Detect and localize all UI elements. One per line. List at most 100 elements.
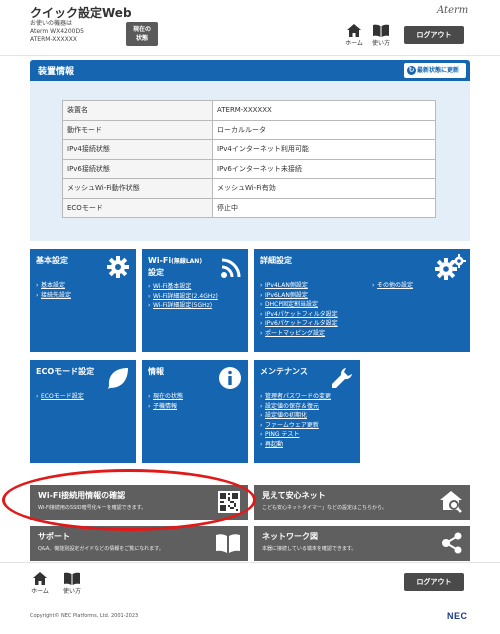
device-info-row: メッシュWi-Fi動作状態 メッシュWi-Fi有効 bbox=[62, 178, 436, 199]
wifi-settings-links: Wi-Fi基本設定 Wi-Fi詳細設定(2.4GHz) Wi-Fi詳細設定(5G… bbox=[148, 282, 218, 311]
support-title: サポート bbox=[38, 532, 70, 541]
link-admin-password[interactable]: 管理者パスワードの変更 bbox=[260, 392, 331, 402]
link-ipv4-lan[interactable]: IPv4LAN側設定 bbox=[260, 281, 338, 291]
link-client-info[interactable]: 子機情報 bbox=[148, 402, 183, 412]
basic-settings-tile[interactable]: 基本設定 基本設定 接続先設定 bbox=[30, 249, 136, 352]
copyright: Copyright© NEC Platforms, Ltd. 2001-2023 bbox=[30, 613, 139, 619]
link-basic-settings[interactable]: 基本設定 bbox=[36, 281, 71, 291]
network-map-title: ネットワーク図 bbox=[262, 532, 318, 541]
device-info-key: 装置名 bbox=[62, 100, 213, 121]
link-wifi-5ghz[interactable]: Wi-Fi詳細設定(5GHz) bbox=[148, 301, 218, 311]
footer-divider bbox=[0, 562, 500, 563]
link-current-status[interactable]: 現在の状態 bbox=[148, 392, 183, 402]
maintenance-title: メンテナンス bbox=[260, 367, 308, 376]
device-info-header: 装置情報 ↻ 最新状態に更新 bbox=[30, 60, 470, 81]
wifi-title-line2: 設定 bbox=[148, 268, 164, 277]
link-wifi-basic[interactable]: Wi-Fi基本設定 bbox=[148, 282, 218, 292]
link-other-settings[interactable]: その他の設定 bbox=[372, 281, 413, 291]
current-status-button[interactable]: 現在の 状態 bbox=[126, 22, 158, 46]
home-button[interactable]: ホーム bbox=[339, 24, 369, 52]
logout-button[interactable]: ログアウト bbox=[404, 26, 464, 44]
device-info-key: IPv6接続状態 bbox=[62, 158, 213, 179]
device-info-row: IPv6接続状態 IPv6インターネット未接続 bbox=[62, 158, 436, 179]
link-firmware-update[interactable]: ファームウェア更新 bbox=[260, 421, 331, 431]
device-model: Aterm WX4200D5 bbox=[30, 28, 84, 35]
link-ipv4-filter[interactable]: IPv4パケットフィルタ設定 bbox=[260, 310, 338, 320]
device-info-value: ローカルルータ bbox=[212, 119, 436, 140]
nec-logo: NEC bbox=[447, 611, 468, 621]
link-ping-test[interactable]: PING テスト bbox=[260, 430, 331, 440]
network-icon bbox=[442, 532, 462, 554]
eco-settings-tile[interactable]: ECOモード設定 ECOモード設定 bbox=[30, 360, 136, 463]
link-wifi-24ghz[interactable]: Wi-Fi詳細設定(2.4GHz) bbox=[148, 292, 218, 302]
footer-home-label: ホーム bbox=[31, 588, 49, 595]
advanced-settings-title: 詳細設定 bbox=[260, 256, 292, 265]
link-ipv6-filter[interactable]: IPv6パケットフィルタ設定 bbox=[260, 319, 338, 329]
header-divider bbox=[0, 55, 500, 56]
help-label: 使い方 bbox=[371, 40, 390, 47]
device-info-value: IPv6インターネット未接続 bbox=[212, 158, 436, 179]
help-button[interactable]: 使い方 bbox=[366, 24, 396, 52]
refresh-icon: ↻ bbox=[407, 66, 416, 75]
book-icon bbox=[216, 534, 240, 553]
link-ipv6-lan[interactable]: IPv6LAN側設定 bbox=[260, 291, 338, 301]
info-icon bbox=[219, 367, 241, 389]
link-connection-settings[interactable]: 接続先設定 bbox=[36, 291, 71, 301]
wifi-settings-title: Wi-Fi(無線LAN) 設定 bbox=[148, 255, 202, 278]
device-info-table: 装置名 ATERM-XXXXXX 動作モード ローカルルータ IPv4接続状態 IPv4イ… bbox=[62, 100, 436, 218]
book-icon bbox=[64, 572, 80, 585]
device-info-key: 動作モード bbox=[62, 119, 213, 140]
device-info-row: ECOモード 停止中 bbox=[62, 197, 436, 218]
device-info-value: 停止中 bbox=[212, 197, 436, 218]
wifi-title-main: Wi-Fi bbox=[148, 256, 172, 265]
info-tile[interactable]: 情報 現在の状態 子機情報 bbox=[142, 360, 248, 463]
advanced-settings-tile[interactable]: 詳細設定 IPv4LAN側設定 IPv6LAN側設定 DHCP固定割当設定 IP… bbox=[254, 249, 470, 352]
refresh-button[interactable]: ↻ 最新状態に更新 bbox=[404, 63, 466, 78]
kids-safe-net-title: 見えて安心ネット bbox=[262, 491, 326, 500]
wifi-icon bbox=[221, 258, 241, 278]
device-info-value: メッシュWi-Fi有効 bbox=[212, 178, 436, 199]
link-port-mapping[interactable]: ポートマッピング設定 bbox=[260, 329, 338, 339]
gear-icon bbox=[107, 256, 129, 278]
highlight-circle bbox=[2, 469, 256, 531]
refresh-label: 最新状態に更新 bbox=[417, 67, 460, 74]
maintenance-links: 管理者パスワードの変更 設定値の保存＆復元 設定値の初期化 ファームウェア更新 … bbox=[260, 392, 331, 449]
device-info-value: IPv4インターネット利用可能 bbox=[212, 139, 436, 160]
link-dhcp-fixed[interactable]: DHCP固定割当設定 bbox=[260, 300, 338, 310]
header: クイック設定Web お使いの機器は Aterm WX4200D5 ATERM-X… bbox=[0, 0, 500, 55]
advanced-settings-links: IPv4LAN側設定 IPv6LAN側設定 DHCP固定割当設定 IPv4パケッ… bbox=[260, 281, 338, 338]
device-hostname: ATERM-XXXXXX bbox=[30, 36, 77, 43]
leaf-icon bbox=[108, 368, 128, 389]
info-links: 現在の状態 子機情報 bbox=[148, 392, 183, 411]
kids-safe-net-desc: こども安心ネットタイマー」などの設定はこちらから。 bbox=[262, 505, 388, 511]
support-button[interactable]: サポート Q&A、機能別設定ガイドなどの情報をご覧になれます。 bbox=[30, 526, 248, 561]
basic-settings-title: 基本設定 bbox=[36, 256, 68, 265]
wifi-title-small: (無線LAN) bbox=[171, 258, 203, 265]
device-info-row: 動作モード ローカルルータ bbox=[62, 119, 436, 140]
footer-help-button[interactable]: 使い方 bbox=[57, 572, 87, 600]
link-eco-mode[interactable]: ECOモード設定 bbox=[36, 392, 84, 402]
basic-settings-links: 基本設定 接続先設定 bbox=[36, 281, 71, 300]
home-icon bbox=[347, 24, 361, 37]
link-reboot[interactable]: 再起動 bbox=[260, 440, 331, 450]
footer-help-label: 使い方 bbox=[62, 588, 81, 595]
footer-home-button[interactable]: ホーム bbox=[25, 572, 55, 600]
link-save-restore[interactable]: 設定値の保存＆復元 bbox=[260, 402, 331, 412]
eco-settings-title: ECOモード設定 bbox=[36, 367, 95, 376]
gears-icon bbox=[435, 254, 466, 280]
kids-safe-net-button[interactable]: 見えて安心ネット こども安心ネットタイマー」などの設定はこちらから。 bbox=[254, 485, 470, 520]
device-info-row: 装置名 ATERM-XXXXXX bbox=[62, 100, 436, 121]
wrench-icon bbox=[332, 368, 352, 388]
network-map-button[interactable]: ネットワーク図 本器に接続している端末を確認できます。 bbox=[254, 526, 470, 561]
info-title: 情報 bbox=[148, 367, 164, 376]
wifi-settings-tile[interactable]: Wi-Fi(無線LAN) 設定 Wi-Fi基本設定 Wi-Fi詳細設定(2.4GH… bbox=[142, 249, 248, 352]
house-search-icon bbox=[440, 491, 462, 513]
advanced-settings-links-2: その他の設定 bbox=[372, 281, 413, 291]
eco-settings-links: ECOモード設定 bbox=[36, 392, 84, 402]
home-icon bbox=[33, 572, 47, 585]
app-title: クイック設定Web bbox=[30, 6, 132, 20]
device-info-row: IPv4接続状態 IPv4インターネット利用可能 bbox=[62, 139, 436, 160]
footer-logout-button[interactable]: ログアウト bbox=[404, 573, 464, 591]
maintenance-tile[interactable]: メンテナンス 管理者パスワードの変更 設定値の保存＆復元 設定値の初期化 ファー… bbox=[254, 360, 360, 463]
link-factory-reset[interactable]: 設定値の初期化 bbox=[260, 411, 331, 421]
